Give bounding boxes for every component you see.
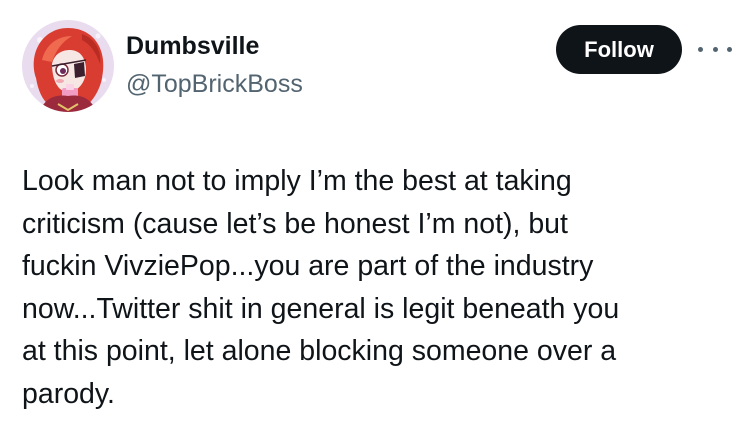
tweet-text-line: parody. <box>22 377 115 410</box>
tweet-text-line: fuckin VivziePop...you are part of the i… <box>22 250 594 282</box>
user-handle[interactable]: @TopBrickBoss <box>126 68 303 100</box>
avatar-image <box>22 20 114 112</box>
more-dot <box>712 46 718 52</box>
more-dot <box>698 46 703 52</box>
tweet-text-line: criticism (cause let’s be honest I’m not… <box>22 207 568 240</box>
more-options-icon[interactable] <box>698 38 732 60</box>
avatar[interactable] <box>22 20 114 112</box>
more-dot <box>727 46 732 52</box>
tweet-text-line: Look man not to imply I’m the best at ta… <box>22 165 572 197</box>
tweet-text: Look man not to imply I’m the best at ta… <box>22 160 742 415</box>
tweet-text-line: at this point, let alone blocking someon… <box>22 335 617 367</box>
tweet-card: Dumbsville @TopBrickBoss Follow Look man… <box>0 0 755 444</box>
display-name[interactable]: Dumbsville <box>126 30 259 62</box>
follow-button[interactable]: Follow <box>556 25 682 74</box>
tweet-text-line: now...Twitter shit in general is legit b… <box>22 292 620 325</box>
